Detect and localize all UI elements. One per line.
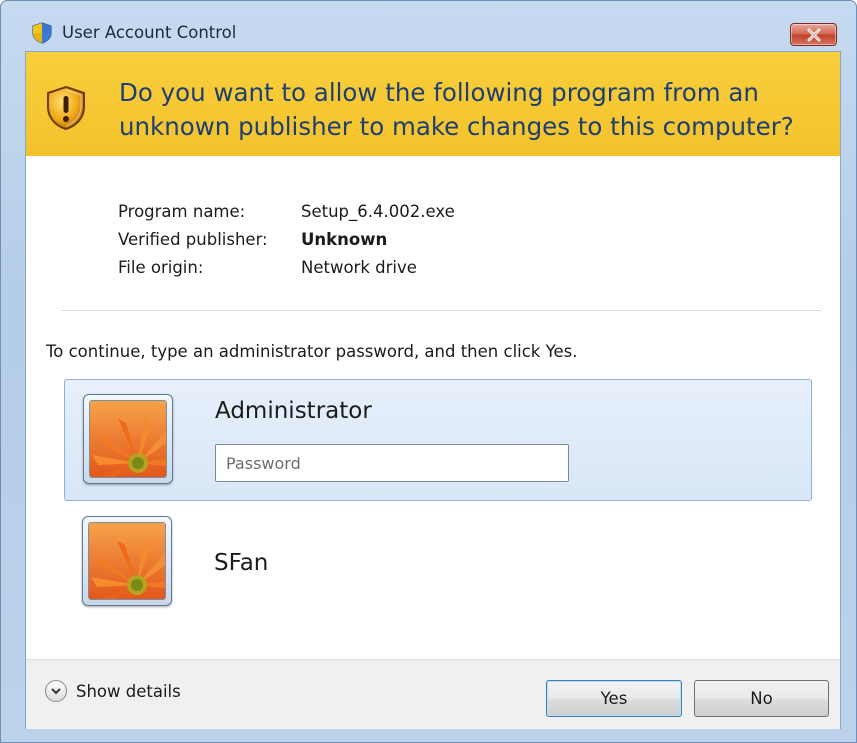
chevron-down-icon[interactable]: [45, 680, 67, 702]
warning-banner: Do you want to allow the following progr…: [26, 52, 840, 156]
show-details-label[interactable]: Show details: [76, 682, 181, 701]
avatar: [82, 516, 172, 606]
program-info: Program name: Setup_6.4.002.exe Verified…: [118, 198, 455, 282]
info-row-publisher: Verified publisher: Unknown: [118, 226, 455, 254]
dialog-footer: Show details Yes No: [26, 659, 840, 729]
warning-shield-icon: [45, 85, 87, 131]
info-label: Verified publisher:: [118, 230, 268, 249]
uac-dialog-window: User Account Control Do you want to allo…: [0, 0, 857, 743]
user-tile-sfan[interactable]: SFan: [64, 510, 812, 620]
title-bar[interactable]: User Account Control: [1, 1, 856, 46]
program-name-value: Setup_6.4.002.exe: [301, 202, 455, 221]
info-label: Program name:: [118, 202, 246, 221]
user-name: Administrator: [215, 398, 372, 424]
banner-question: Do you want to allow the following progr…: [119, 78, 794, 141]
flower-avatar-icon: [88, 522, 166, 600]
publisher-value: Unknown: [301, 230, 388, 249]
window-title: User Account Control: [62, 23, 237, 42]
user-name: SFan: [214, 550, 269, 576]
user-tile-administrator[interactable]: Administrator: [64, 379, 812, 501]
file-origin-value: Network drive: [301, 258, 417, 277]
password-input[interactable]: [215, 444, 569, 482]
avatar: [83, 394, 173, 484]
uac-shield-icon: [31, 22, 53, 44]
no-button[interactable]: No: [694, 680, 829, 717]
yes-button[interactable]: Yes: [546, 680, 682, 717]
dialog-content: Do you want to allow the following progr…: [25, 51, 841, 729]
divider: [61, 310, 821, 311]
flower-avatar-icon: [89, 400, 167, 478]
close-icon: [807, 28, 820, 41]
info-row-program-name: Program name: Setup_6.4.002.exe: [118, 198, 455, 226]
instruction-text: To continue, type an administrator passw…: [46, 342, 578, 361]
info-row-file-origin: File origin: Network drive: [118, 254, 455, 282]
info-label: File origin:: [118, 258, 204, 277]
show-details-toggle[interactable]: Show details: [45, 680, 181, 702]
close-button[interactable]: [790, 23, 837, 46]
